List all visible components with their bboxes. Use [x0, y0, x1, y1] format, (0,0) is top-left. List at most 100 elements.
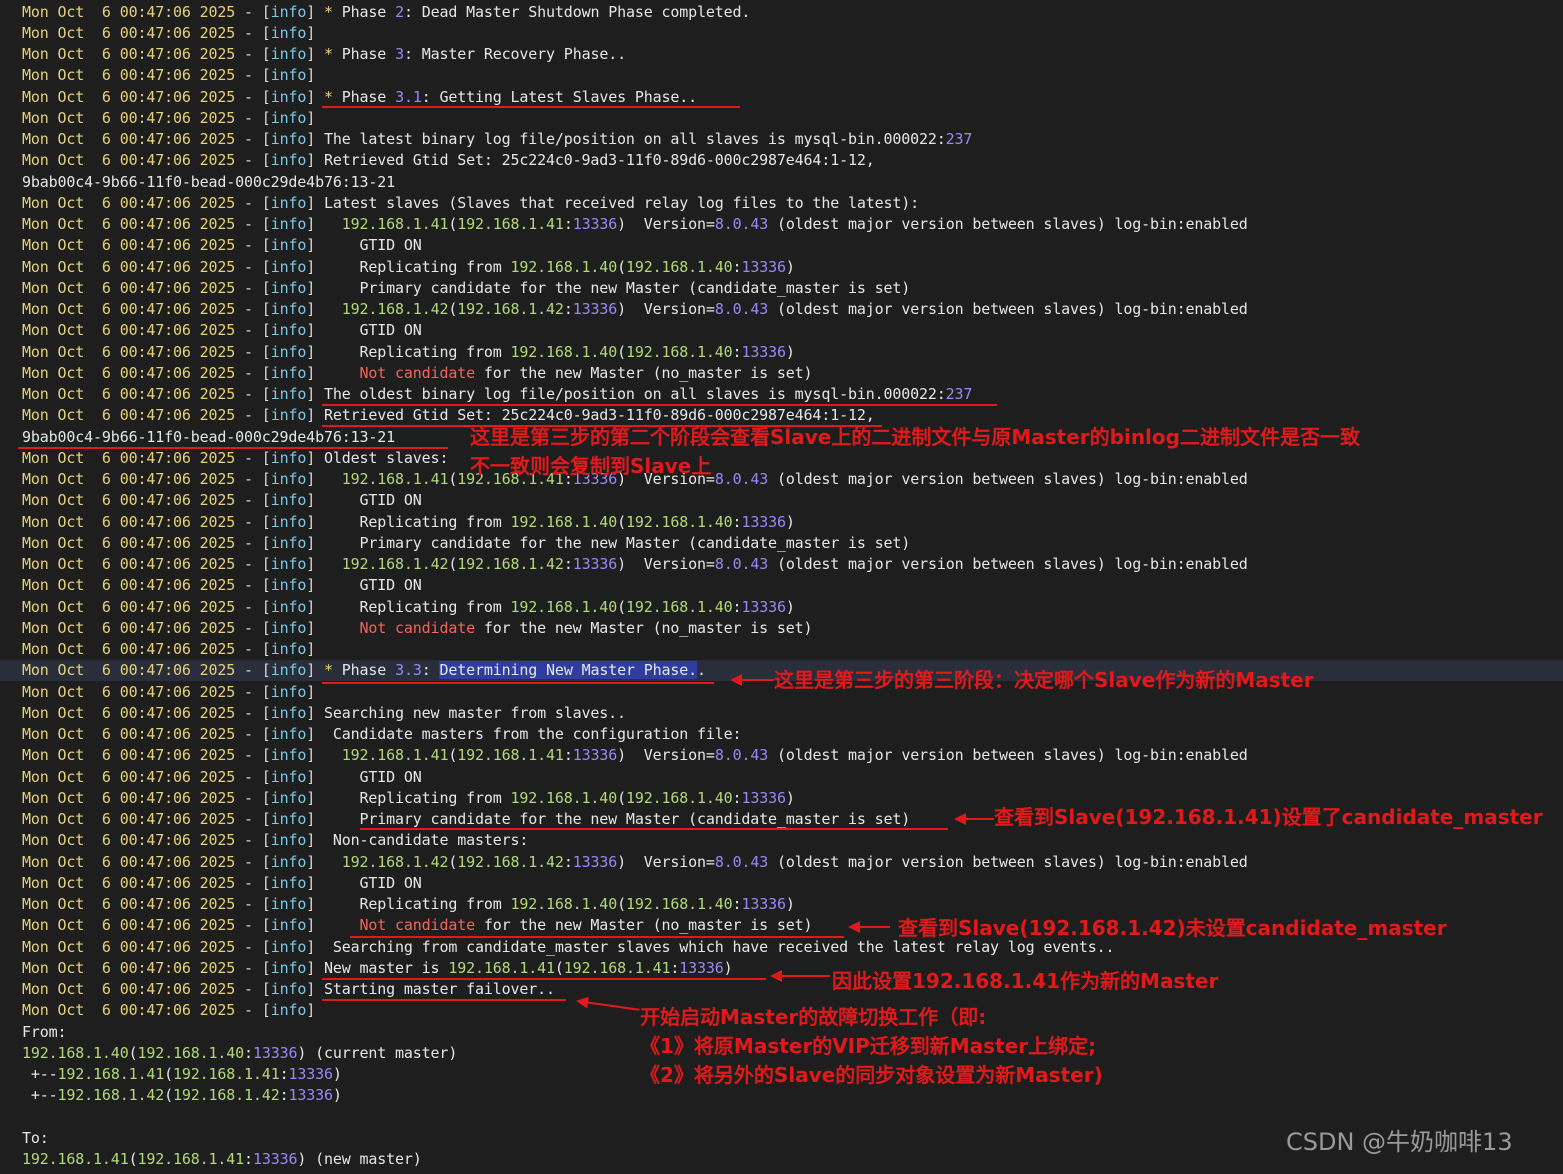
annotation-failover-2: 《1》将原Master的VIP迁移到新Master上绑定; — [640, 1034, 1097, 1058]
annotation-binlog-compare-1: 这里是第三步的第二个阶段会查看Slave上的二进制文件与原Master的binl… — [470, 425, 1360, 449]
log-segment: : — [670, 959, 680, 977]
log-segment: (oldest major version between slaves) lo… — [768, 470, 1248, 488]
log-segment: 192.168.1.40 — [625, 789, 733, 807]
log-segment: ] — [306, 704, 316, 722]
log-segment: ) (new master) — [297, 1150, 422, 1168]
log-segment: [ — [261, 470, 271, 488]
log-segment: 8.0.43 — [714, 853, 769, 871]
log-segment: ] — [306, 215, 316, 233]
log-segment: Not candidate — [359, 916, 476, 934]
log-line: Mon Oct 6 00:47:06 2025 - [info] GTID ON — [22, 767, 422, 788]
log-segment — [315, 300, 342, 318]
log-segment: ( — [448, 555, 458, 573]
log-segment: - — [235, 364, 262, 382]
log-segment: : — [563, 555, 573, 573]
terminal-output[interactable]: Mon Oct 6 00:47:06 2025 - [info] * Phase… — [0, 0, 1563, 1174]
log-segment: [ — [261, 938, 271, 956]
log-segment: Mon Oct 6 00:47:06 2025 — [22, 619, 236, 637]
log-segment: Mon Oct 6 00:47:06 2025 — [22, 236, 236, 254]
log-segment: Mon Oct 6 00:47:06 2025 — [22, 300, 236, 318]
log-segment: (oldest major version between slaves) lo… — [768, 215, 1248, 233]
log-segment: Retrieved Gtid Set: 25c224c0-9ad3-11f0-8… — [315, 406, 875, 424]
log-segment: - — [235, 895, 262, 913]
log-segment: [ — [261, 385, 271, 403]
log-segment: : — [563, 215, 573, 233]
log-segment: - — [235, 470, 262, 488]
log-segment: The oldest binary log file/position on a… — [315, 385, 946, 403]
log-line: Mon Oct 6 00:47:06 2025 - [info] GTID ON — [22, 490, 422, 511]
log-segment: 192.168.1.42 — [341, 300, 449, 318]
log-segment: info — [270, 959, 307, 977]
log-segment: Mon Oct 6 00:47:06 2025 — [22, 66, 236, 84]
log-segment: ) — [785, 895, 795, 913]
log-segment: info — [270, 555, 307, 573]
log-segment: [ — [261, 853, 271, 871]
log-segment: info — [270, 683, 307, 701]
log-segment: [ — [261, 321, 271, 339]
log-line: Mon Oct 6 00:47:06 2025 - [info] The lat… — [22, 129, 972, 150]
log-segment: Replicating from — [315, 789, 511, 807]
log-segment: GTID ON — [315, 491, 422, 509]
log-segment: info — [270, 640, 307, 658]
log-segment: ( — [617, 895, 626, 913]
log-segment: ( — [164, 1065, 173, 1083]
log-segment: ] — [306, 916, 316, 934]
log-segment: [ — [261, 1001, 271, 1019]
log-segment: ) — [723, 959, 733, 977]
log-segment: Mon Oct 6 00:47:06 2025 — [22, 810, 236, 828]
log-line: Mon Oct 6 00:47:06 2025 - [info] — [22, 682, 315, 703]
log-segment: [ — [261, 130, 271, 148]
log-segment: ] — [306, 746, 316, 764]
log-segment: Mon Oct 6 00:47:06 2025 — [22, 491, 236, 509]
log-segment: 8.0.43 — [714, 300, 769, 318]
log-segment: Mon Oct 6 00:47:06 2025 — [22, 853, 236, 871]
log-segment: 192.168.1.42 — [341, 853, 449, 871]
underline-gtid-cont — [18, 447, 448, 449]
log-segment: ] — [306, 385, 316, 403]
log-segment: 13336 — [572, 555, 618, 573]
log-segment: 192.168.1.40 — [510, 258, 618, 276]
log-line: Mon Oct 6 00:47:06 2025 - [info] Searchi… — [22, 703, 626, 724]
log-segment: Mon Oct 6 00:47:06 2025 — [22, 789, 236, 807]
log-segment: 13336 — [741, 258, 786, 276]
log-segment: info — [270, 704, 307, 722]
log-segment: 9bab00c4-9b66-11f0-bead-000c29de4b76:13-… — [22, 428, 395, 446]
log-segment: ] — [306, 470, 316, 488]
log-segment: Primary candidate for the new Master (ca… — [315, 810, 911, 828]
log-segment — [315, 88, 324, 106]
log-segment: 192.168.1.42 — [173, 1086, 280, 1104]
log-segment: Mon Oct 6 00:47:06 2025 — [22, 194, 236, 212]
log-segment: ] — [306, 661, 316, 679]
log-segment: Phase — [332, 3, 396, 21]
log-segment: [ — [261, 789, 271, 807]
log-segment: ) Version= — [617, 215, 715, 233]
log-segment: Mon Oct 6 00:47:06 2025 — [22, 704, 236, 722]
underline-new-master — [322, 978, 766, 980]
log-segment: ] — [306, 810, 316, 828]
log-segment: [ — [261, 109, 271, 127]
log-segment: [ — [261, 151, 271, 169]
log-segment: info — [270, 1001, 307, 1019]
log-segment: Mon Oct 6 00:47:06 2025 — [22, 513, 236, 531]
log-line: Mon Oct 6 00:47:06 2025 - [info] 192.168… — [22, 554, 1248, 575]
log-segment: info — [270, 88, 307, 106]
log-segment: 3 — [395, 45, 404, 63]
log-segment: Mon Oct 6 00:47:06 2025 — [22, 470, 236, 488]
log-segment: ] — [306, 683, 316, 701]
log-line: Mon Oct 6 00:47:06 2025 - [info] 192.168… — [22, 745, 1248, 766]
log-segment: 192.168.1.41 — [448, 959, 555, 977]
watermark: CSDN @牛奶咖啡13 — [1286, 1128, 1513, 1156]
log-segment: 192.168.1.40 — [510, 598, 618, 616]
log-segment: ] — [306, 1001, 316, 1019]
log-segment: - — [235, 534, 262, 552]
log-segment: info — [270, 66, 307, 84]
log-segment: ] — [306, 598, 316, 616]
log-segment: 192.168.1.40 — [510, 513, 618, 531]
log-line: Mon Oct 6 00:47:06 2025 - [info] Latest … — [22, 193, 919, 214]
log-segment: - — [235, 300, 262, 318]
log-segment: 13336 — [572, 300, 618, 318]
log-segment: info — [270, 236, 307, 254]
log-segment: [ — [261, 661, 271, 679]
log-segment: Non-candidate masters: — [315, 831, 529, 849]
log-segment: 192.168.1.40 — [625, 598, 733, 616]
